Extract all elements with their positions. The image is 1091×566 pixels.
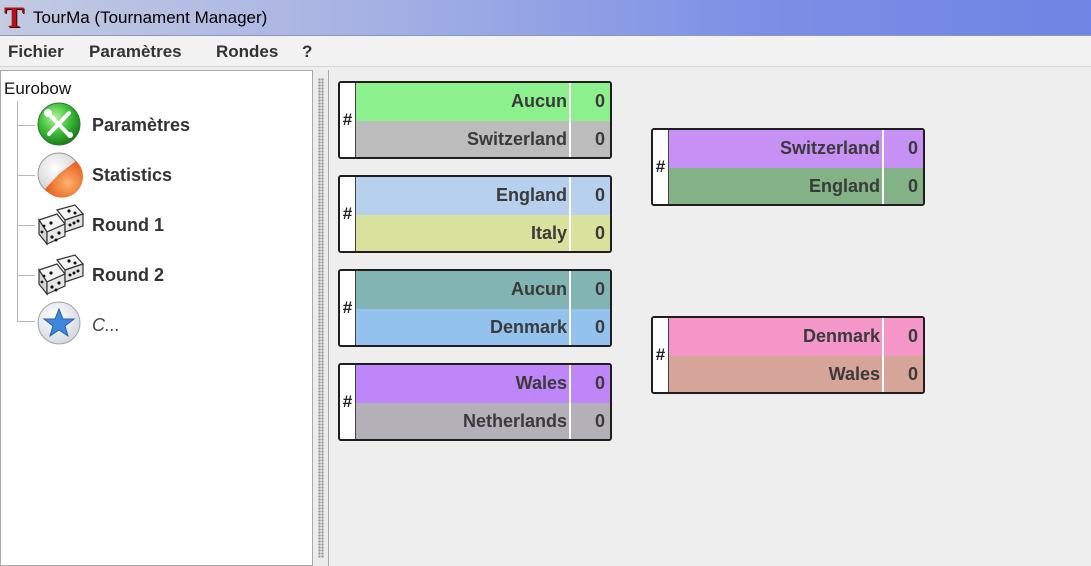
team-name: Denmark <box>489 317 567 337</box>
team-score[interactable]: 0 <box>882 318 923 356</box>
pie-chart-icon[interactable] <box>35 152 85 198</box>
team-name: Denmark <box>802 326 880 346</box>
match-hash: # <box>653 130 669 204</box>
split-pane-divider[interactable] <box>313 70 329 566</box>
tree-root-label[interactable]: Eurobow <box>4 79 71 99</box>
tree-connector <box>17 101 18 321</box>
tree-connector <box>17 275 35 276</box>
splitter-grip[interactable] <box>318 78 324 558</box>
menu-fichier[interactable]: Fichier <box>8 42 64 62</box>
tree-item-parametres[interactable]: Paramètres <box>92 115 190 136</box>
tree-connector <box>17 225 35 226</box>
team-row[interactable]: Wales 0 <box>356 365 610 403</box>
tree-item-round-2[interactable]: Round 2 <box>92 265 164 286</box>
team-score[interactable]: 0 <box>569 83 610 121</box>
team-score[interactable]: 0 <box>882 168 923 204</box>
sidebar-tree: Eurobow Paramètres Statistics Round 1 Ro… <box>0 70 313 566</box>
team-row[interactable]: England 0 <box>669 168 923 204</box>
team-name: Aucun <box>511 91 567 111</box>
tree-item-statistics[interactable]: Statistics <box>92 165 172 186</box>
team-score[interactable]: 0 <box>882 356 923 392</box>
match-card[interactable]: # England 0 Italy 0 <box>338 175 612 253</box>
app-logo-icon: T <box>4 1 25 34</box>
team-row[interactable]: Netherlands 0 <box>356 403 610 439</box>
team-score[interactable]: 0 <box>569 309 610 345</box>
tree-connector <box>17 321 35 322</box>
menu-help[interactable]: ? <box>302 42 312 62</box>
dice-icon[interactable] <box>35 202 85 246</box>
team-score[interactable]: 0 <box>569 121 610 157</box>
match-card[interactable]: # Switzerland 0 England 0 <box>651 128 925 206</box>
menu-bar: Fichier Paramètres Rondes ? <box>0 36 1091 67</box>
team-name: Wales <box>828 364 880 384</box>
team-score[interactable]: 0 <box>569 177 610 215</box>
match-card[interactable]: # Denmark 0 Wales 0 <box>651 316 925 394</box>
tree-connector <box>17 175 35 176</box>
team-row[interactable]: Switzerland 0 <box>356 121 610 157</box>
tree-connector <box>17 125 35 126</box>
team-name: Italy <box>530 223 567 243</box>
team-score[interactable]: 0 <box>569 403 610 439</box>
team-name: Wales <box>515 373 567 393</box>
title-bar: T TourMa (Tournament Manager) <box>0 0 1091 36</box>
star-icon[interactable] <box>35 301 85 345</box>
team-name: England <box>496 185 567 205</box>
match-hash: # <box>653 318 669 392</box>
team-name: Aucun <box>511 279 567 299</box>
team-row[interactable]: Aucun 0 <box>356 271 610 309</box>
team-name: Netherlands <box>462 411 567 431</box>
team-row[interactable]: Wales 0 <box>669 356 923 392</box>
window-title: TourMa (Tournament Manager) <box>33 8 268 27</box>
team-row[interactable]: Italy 0 <box>356 215 610 251</box>
match-hash: # <box>340 271 356 345</box>
match-hash: # <box>340 83 356 157</box>
menu-parametres[interactable]: Paramètres <box>89 42 182 62</box>
team-score[interactable]: 0 <box>569 365 610 403</box>
team-row[interactable]: England 0 <box>356 177 610 215</box>
team-row[interactable]: Denmark 0 <box>669 318 923 356</box>
match-card[interactable]: # Aucun 0 Denmark 0 <box>338 269 612 347</box>
tree-item-c[interactable]: C... <box>92 315 120 336</box>
match-hash: # <box>340 365 356 439</box>
match-card[interactable]: # Wales 0 Netherlands 0 <box>338 363 612 441</box>
match-hash: # <box>340 177 356 251</box>
team-row[interactable]: Aucun 0 <box>356 83 610 121</box>
bracket-canvas: # Aucun 0 Switzerland 0 # England 0 Ital… <box>330 70 1091 566</box>
team-name: Switzerland <box>466 129 567 149</box>
team-score[interactable]: 0 <box>569 215 610 251</box>
match-card[interactable]: # Aucun 0 Switzerland 0 <box>338 81 612 159</box>
team-row[interactable]: Switzerland 0 <box>669 130 923 168</box>
tree-item-round-1[interactable]: Round 1 <box>92 215 164 236</box>
menu-rondes[interactable]: Rondes <box>216 42 278 62</box>
wrench-screwdriver-icon[interactable] <box>35 102 85 146</box>
team-score[interactable]: 0 <box>569 271 610 309</box>
team-score[interactable]: 0 <box>882 130 923 168</box>
team-name: England <box>809 176 880 196</box>
dice-icon[interactable] <box>35 252 85 296</box>
team-row[interactable]: Denmark 0 <box>356 309 610 345</box>
team-name: Switzerland <box>779 138 880 158</box>
